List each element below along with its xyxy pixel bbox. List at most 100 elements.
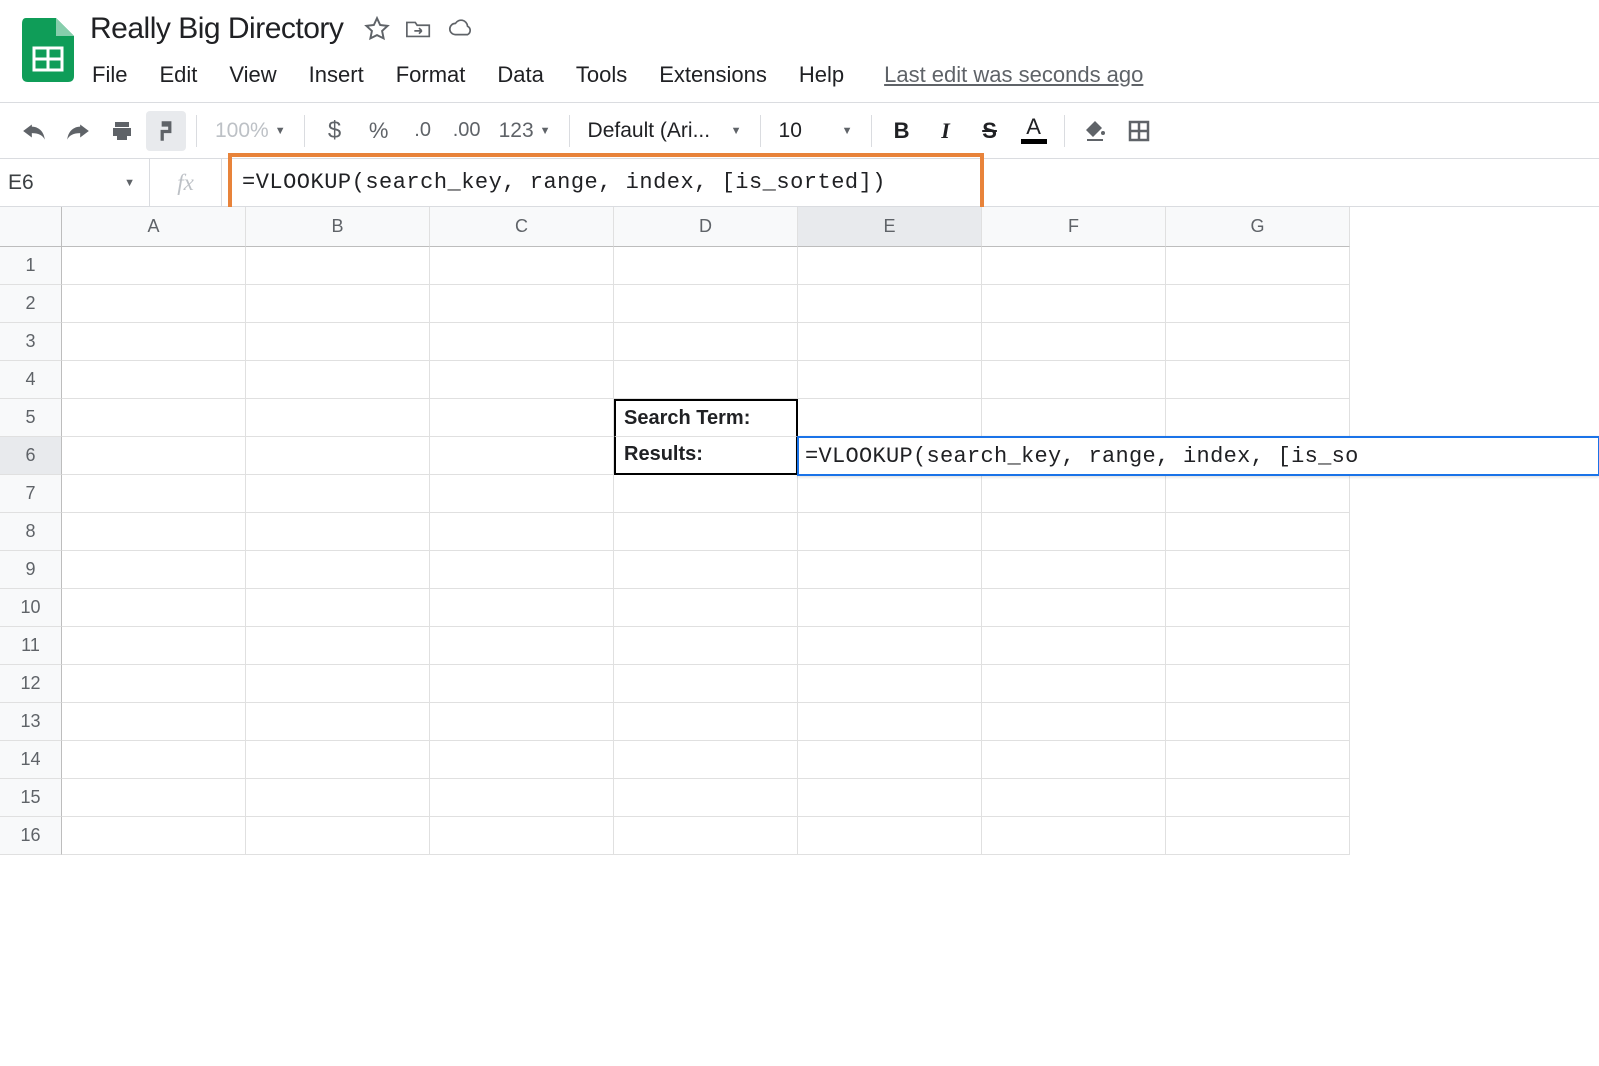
menu-file[interactable]: File xyxy=(76,56,143,94)
cell-F7[interactable] xyxy=(982,475,1166,513)
format-currency-button[interactable]: $ xyxy=(315,111,355,151)
font-size-select[interactable]: 10▼ xyxy=(771,111,861,151)
cell-F3[interactable] xyxy=(982,323,1166,361)
column-header-A[interactable]: A xyxy=(62,207,246,247)
text-color-button[interactable]: A xyxy=(1014,111,1054,151)
cell-C13[interactable] xyxy=(430,703,614,741)
column-header-D[interactable]: D xyxy=(614,207,798,247)
italic-button[interactable]: I xyxy=(926,111,966,151)
format-percent-button[interactable]: % xyxy=(359,111,399,151)
column-header-E[interactable]: E xyxy=(798,207,982,247)
menu-tools[interactable]: Tools xyxy=(560,56,643,94)
cell-B13[interactable] xyxy=(246,703,430,741)
cell-A3[interactable] xyxy=(62,323,246,361)
more-formats-button[interactable]: 123▼ xyxy=(491,111,559,151)
menu-help[interactable]: Help xyxy=(783,56,860,94)
cloud-status-icon[interactable] xyxy=(447,15,475,43)
cell-F2[interactable] xyxy=(982,285,1166,323)
cell-C14[interactable] xyxy=(430,741,614,779)
cell-C1[interactable] xyxy=(430,247,614,285)
cell-E3[interactable] xyxy=(798,323,982,361)
cell-G3[interactable] xyxy=(1166,323,1350,361)
cell-B1[interactable] xyxy=(246,247,430,285)
cell-E9[interactable] xyxy=(798,551,982,589)
cell-D12[interactable] xyxy=(614,665,798,703)
cell-C12[interactable] xyxy=(430,665,614,703)
cell-C5[interactable] xyxy=(430,399,614,437)
row-header-15[interactable]: 15 xyxy=(0,779,62,817)
cell-A10[interactable] xyxy=(62,589,246,627)
cell-B7[interactable] xyxy=(246,475,430,513)
fill-color-button[interactable] xyxy=(1075,111,1115,151)
cell-A6[interactable] xyxy=(62,437,246,475)
cell-D7[interactable] xyxy=(614,475,798,513)
cell-E1[interactable] xyxy=(798,247,982,285)
cell-F10[interactable] xyxy=(982,589,1166,627)
cell-C7[interactable] xyxy=(430,475,614,513)
row-header-4[interactable]: 4 xyxy=(0,361,62,399)
cell-E8[interactable] xyxy=(798,513,982,551)
cell-F1[interactable] xyxy=(982,247,1166,285)
cell-G5[interactable] xyxy=(1166,399,1350,437)
cell-B9[interactable] xyxy=(246,551,430,589)
cell-D15[interactable] xyxy=(614,779,798,817)
cell-F12[interactable] xyxy=(982,665,1166,703)
menu-format[interactable]: Format xyxy=(380,56,482,94)
cell-E16[interactable] xyxy=(798,817,982,855)
cell-F14[interactable] xyxy=(982,741,1166,779)
cell-D14[interactable] xyxy=(614,741,798,779)
cell-D4[interactable] xyxy=(614,361,798,399)
redo-button[interactable] xyxy=(58,111,98,151)
row-header-11[interactable]: 11 xyxy=(0,627,62,665)
row-header-12[interactable]: 12 xyxy=(0,665,62,703)
menu-data[interactable]: Data xyxy=(481,56,559,94)
cell-G2[interactable] xyxy=(1166,285,1350,323)
increase-decimal-button[interactable]: .00 xyxy=(447,111,487,151)
name-box[interactable]: E6▼ xyxy=(0,159,150,206)
cell-C10[interactable] xyxy=(430,589,614,627)
cell-A4[interactable] xyxy=(62,361,246,399)
cell-B10[interactable] xyxy=(246,589,430,627)
cell-A12[interactable] xyxy=(62,665,246,703)
cell-D5[interactable]: Search Term: xyxy=(614,399,798,437)
cell-A5[interactable] xyxy=(62,399,246,437)
last-edit-link[interactable]: Last edit was seconds ago xyxy=(884,62,1143,88)
row-header-5[interactable]: 5 xyxy=(0,399,62,437)
cell-E2[interactable] xyxy=(798,285,982,323)
cell-A7[interactable] xyxy=(62,475,246,513)
cell-B15[interactable] xyxy=(246,779,430,817)
cell-A8[interactable] xyxy=(62,513,246,551)
cell-D9[interactable] xyxy=(614,551,798,589)
cell-G9[interactable] xyxy=(1166,551,1350,589)
bold-button[interactable]: B xyxy=(882,111,922,151)
row-header-1[interactable]: 1 xyxy=(0,247,62,285)
cell-A16[interactable] xyxy=(62,817,246,855)
cell-B4[interactable] xyxy=(246,361,430,399)
cell-D6[interactable]: Results: xyxy=(614,437,798,475)
column-header-F[interactable]: F xyxy=(982,207,1166,247)
cell-C9[interactable] xyxy=(430,551,614,589)
cell-E11[interactable] xyxy=(798,627,982,665)
cell-D8[interactable] xyxy=(614,513,798,551)
column-header-B[interactable]: B xyxy=(246,207,430,247)
row-header-8[interactable]: 8 xyxy=(0,513,62,551)
cell-E13[interactable] xyxy=(798,703,982,741)
cell-A1[interactable] xyxy=(62,247,246,285)
star-icon[interactable] xyxy=(363,15,391,43)
cell-E5[interactable] xyxy=(798,399,982,437)
cell-F8[interactable] xyxy=(982,513,1166,551)
sheets-logo[interactable] xyxy=(12,10,84,82)
cell-F15[interactable] xyxy=(982,779,1166,817)
cell-C16[interactable] xyxy=(430,817,614,855)
font-family-select[interactable]: Default (Ari...▼ xyxy=(580,111,750,151)
cell-B5[interactable] xyxy=(246,399,430,437)
cell-A15[interactable] xyxy=(62,779,246,817)
menu-extensions[interactable]: Extensions xyxy=(643,56,783,94)
cell-C8[interactable] xyxy=(430,513,614,551)
row-header-7[interactable]: 7 xyxy=(0,475,62,513)
spreadsheet-grid[interactable]: ABCDEFG12345Search Term:6Results:7891011… xyxy=(0,207,1599,855)
cell-G12[interactable] xyxy=(1166,665,1350,703)
cell-E14[interactable] xyxy=(798,741,982,779)
cell-B14[interactable] xyxy=(246,741,430,779)
cell-G15[interactable] xyxy=(1166,779,1350,817)
